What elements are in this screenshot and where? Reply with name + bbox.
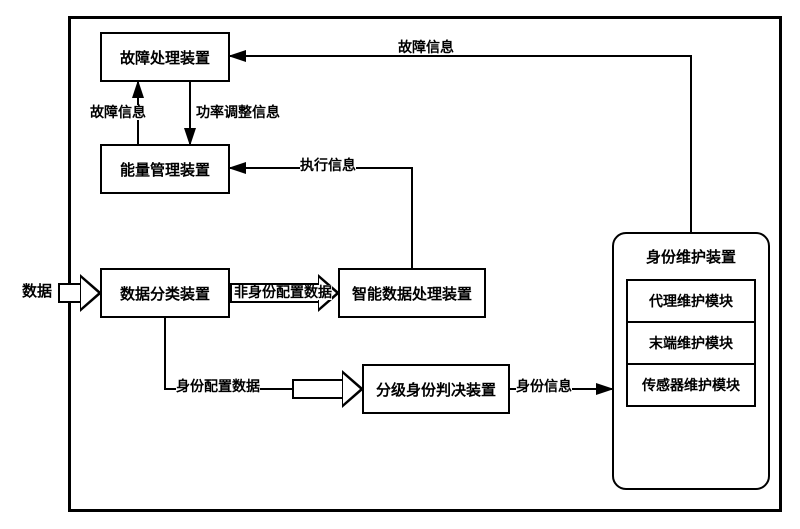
label-power-adjust: 功率调整信息 — [196, 105, 280, 120]
label-identity-info: 身份信息 — [516, 379, 572, 394]
label-identity-cfg: 身份配置数据 — [176, 379, 260, 394]
label-fault-info-top: 故障信息 — [398, 40, 454, 55]
label-non-identity-cfg: 非身份配置数据 — [234, 285, 332, 300]
label-fault-info-left: 故障信息 — [90, 105, 146, 120]
label-exec-info: 执行信息 — [300, 158, 356, 173]
connector-layer — [0, 0, 800, 529]
